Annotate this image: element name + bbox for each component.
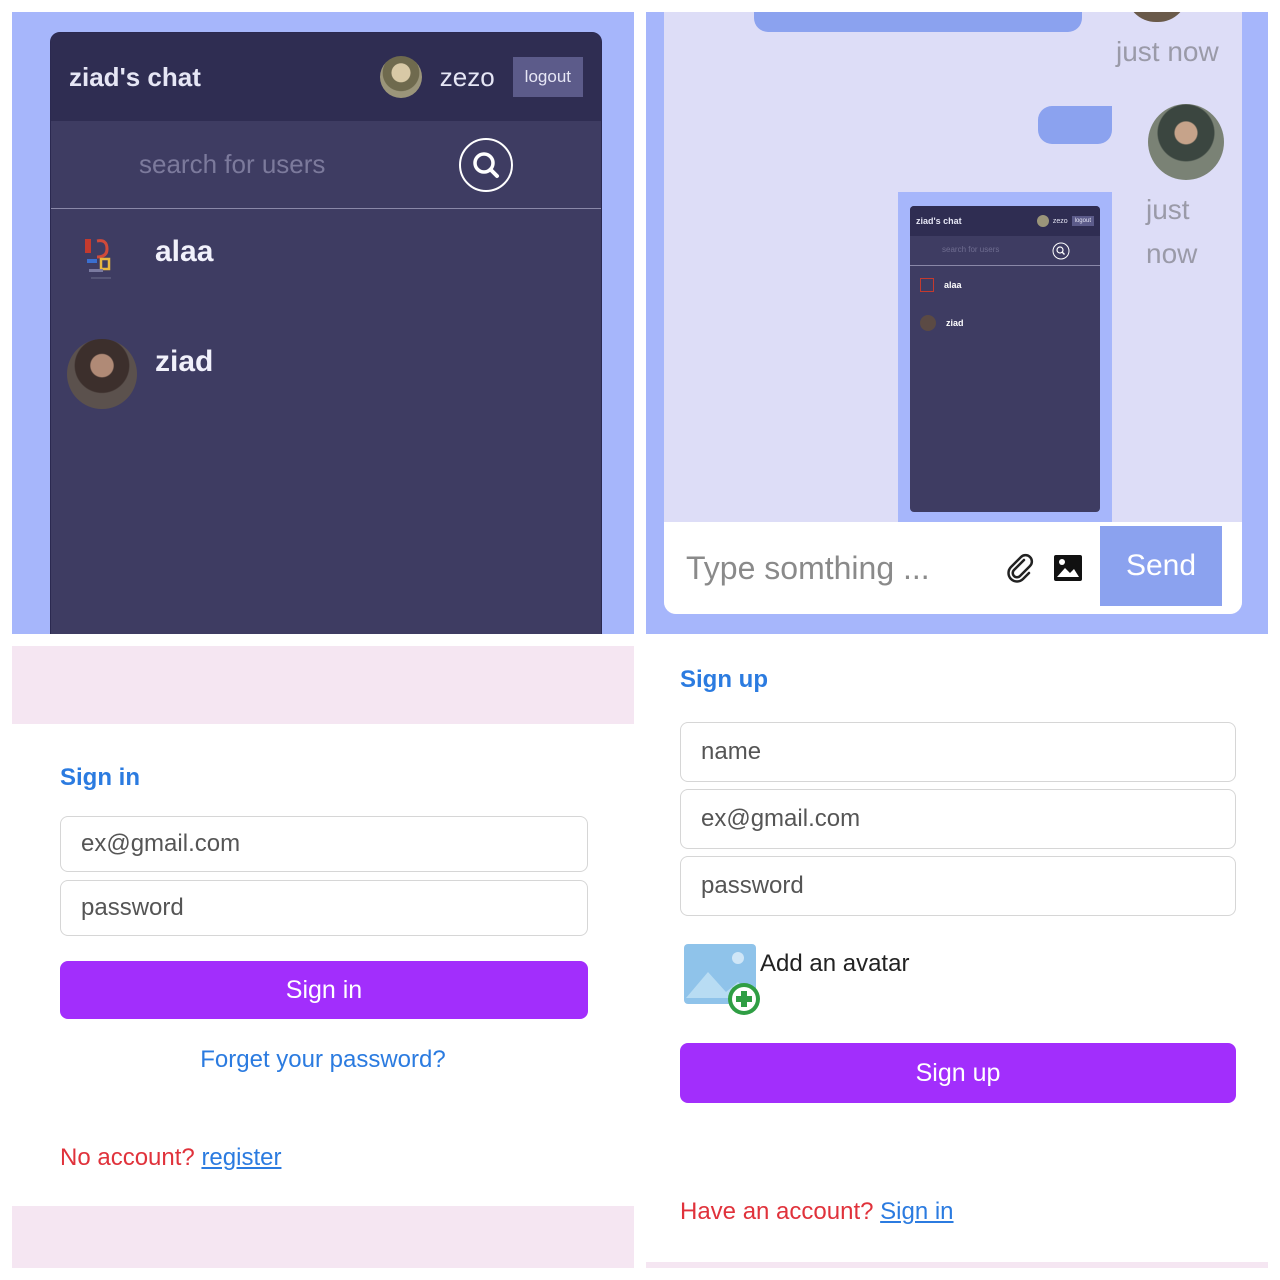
page-band xyxy=(12,1206,634,1268)
message-time: just now xyxy=(1116,36,1219,67)
message-avatar xyxy=(1148,104,1224,180)
user-name: ziad xyxy=(155,345,214,378)
signup-title: Sign up xyxy=(680,666,768,693)
mini-user-icon xyxy=(920,278,934,292)
password-field[interactable] xyxy=(680,856,1236,916)
password-field[interactable] xyxy=(60,880,588,936)
mini-user-row: alaa xyxy=(910,266,1100,304)
add-avatar-icon[interactable] xyxy=(682,942,772,1018)
user-list-item[interactable]: alaa xyxy=(51,209,601,319)
signin-prompt: Have an account? Sign in xyxy=(680,1198,954,1226)
message-bubble xyxy=(754,12,1082,32)
mini-user-avatar xyxy=(920,315,936,331)
mini-brand: ziad's chat xyxy=(916,216,962,226)
register-prompt: No account? register xyxy=(60,1144,281,1172)
message-time: just now xyxy=(1146,194,1198,269)
email-field[interactable] xyxy=(60,816,588,872)
page-band xyxy=(12,646,634,724)
logout-button[interactable]: logout xyxy=(512,57,583,97)
have-account-text: Have an account? xyxy=(680,1198,874,1225)
mini-user: zezo xyxy=(1052,217,1068,225)
navbar: ziad's chat zezo logout xyxy=(51,33,601,121)
mini-user-name: alaa xyxy=(944,280,962,290)
mini-logout: logout xyxy=(1071,216,1094,226)
mini-search-icon xyxy=(1052,242,1070,260)
signin-title: Sign in xyxy=(60,764,140,791)
message-input-bar: Send xyxy=(664,522,1242,614)
sidebar-screenshot: ziad's chat zezo logout search for users… xyxy=(12,12,634,634)
chat-sidebar: ziad's chat zezo logout search for users… xyxy=(50,32,602,634)
email-field[interactable] xyxy=(680,789,1236,849)
search-input[interactable] xyxy=(139,149,459,180)
page-band xyxy=(646,1262,1268,1268)
mini-search: search for users xyxy=(910,236,1100,266)
user-avatar xyxy=(67,339,137,409)
user-list-item[interactable]: ziad xyxy=(51,319,601,429)
register-link[interactable]: register xyxy=(201,1144,281,1171)
mini-navbar: ziad's chat zezo logout xyxy=(910,206,1100,236)
forgot-password-link[interactable]: Forget your password? xyxy=(12,1046,634,1074)
signin-button[interactable]: Sign in xyxy=(60,961,588,1019)
app-brand: ziad's chat xyxy=(69,61,201,92)
chat-window: just now just now ziad's chat zezo logou… xyxy=(664,12,1242,614)
current-user-avatar xyxy=(379,56,422,98)
mini-avatar xyxy=(1036,215,1049,227)
image-message[interactable]: ziad's chat zezo logout search for users xyxy=(898,192,1112,522)
mini-search-placeholder: search for users xyxy=(942,245,1000,254)
mini-user-row: ziad xyxy=(910,304,1100,342)
mini-user-name: ziad xyxy=(946,318,964,328)
name-field[interactable] xyxy=(680,722,1236,782)
user-name: alaa xyxy=(155,235,214,268)
message-avatar xyxy=(1126,12,1188,22)
add-avatar-label[interactable]: Add an avatar xyxy=(760,950,909,978)
chat-screenshot: just now just now ziad's chat zezo logou… xyxy=(646,12,1268,634)
message-input[interactable] xyxy=(664,549,994,587)
image-message-preview: ziad's chat zezo logout search for users xyxy=(910,206,1100,512)
send-button[interactable]: Send xyxy=(1100,526,1222,606)
signup-button[interactable]: Sign up xyxy=(680,1043,1236,1103)
user-avatar-icon xyxy=(67,229,137,299)
user-search-bar xyxy=(51,121,601,209)
current-user-name: zezo xyxy=(439,61,495,92)
image-upload-icon[interactable] xyxy=(1052,552,1084,589)
signin-link[interactable]: Sign in xyxy=(880,1198,953,1225)
search-icon[interactable] xyxy=(459,137,513,192)
no-account-text: No account? xyxy=(60,1144,195,1171)
signup-screenshot: Sign up Add an avatar Sign up Have an ac… xyxy=(646,646,1268,1268)
signin-screenshot: Sign in Sign in Forget your password? No… xyxy=(12,646,634,1268)
message-bubble xyxy=(1038,106,1112,144)
paperclip-icon[interactable] xyxy=(1004,552,1036,589)
